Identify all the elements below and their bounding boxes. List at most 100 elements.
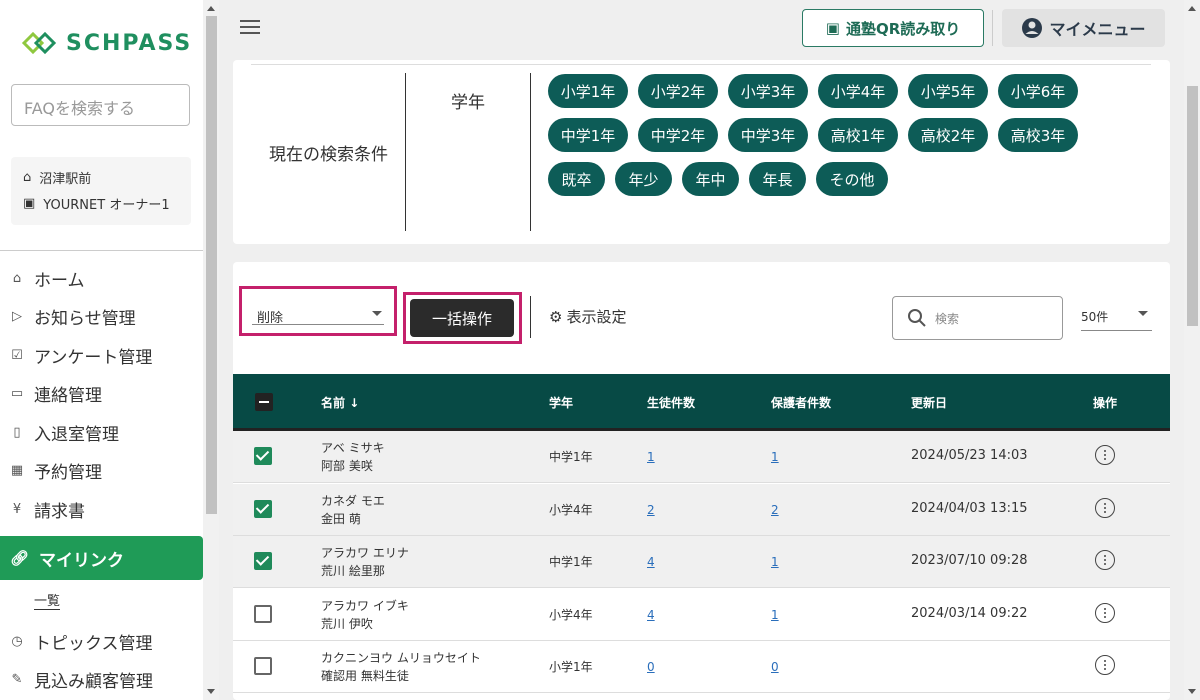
- sidebar-item-surveys[interactable]: ☑ アンケート管理: [10, 343, 152, 368]
- sidebar-item-home[interactable]: ⌂ ホーム: [10, 266, 85, 291]
- per-page-select[interactable]: 50件: [1081, 304, 1152, 331]
- grade-chip[interactable]: 小学5年: [908, 74, 988, 108]
- sidebar-item-label: 連絡管理: [34, 386, 102, 406]
- row-checkbox[interactable]: [254, 552, 272, 570]
- sidebar-subitem-list[interactable]: 一覧: [34, 595, 61, 610]
- table-row[interactable]: カクニンヨウ ムリョウセイト 確認用 無料生徒 小学1年 0 0: [233, 641, 1170, 693]
- home-icon: ⌂: [23, 170, 32, 185]
- sidebar-item-topics[interactable]: ◷ トピックス管理: [10, 629, 152, 654]
- grade-chip[interactable]: 小学2年: [638, 74, 718, 108]
- scrollbar-thumb[interactable]: [206, 16, 217, 514]
- row-guardians-link[interactable]: 0: [771, 660, 779, 674]
- sidebar-item-reservations[interactable]: ▦ 予約管理: [10, 458, 102, 483]
- row-updated: 2024/05/23 14:03: [911, 448, 1028, 463]
- list-card: 削除 一括操作 ⚙ 表示設定 検索 50件 名前 ↓ 学年 生徒件数 保護者件数…: [233, 262, 1170, 700]
- grade-chip[interactable]: 年少: [615, 162, 672, 196]
- faq-search-input[interactable]: FAQを検索する: [11, 84, 190, 126]
- sidebar-scrollbar[interactable]: [203, 0, 219, 700]
- schpass-logo[interactable]: SCHPASS: [20, 30, 192, 56]
- row-grade: 小学4年: [549, 607, 593, 622]
- row-name: 確認用 無料生徒: [321, 669, 409, 683]
- row-guardians-link[interactable]: 1: [771, 608, 779, 622]
- row-students-link[interactable]: 4: [647, 555, 655, 569]
- calendar-icon: ▦: [10, 463, 24, 478]
- grade-chip[interactable]: 小学3年: [728, 74, 808, 108]
- table-row[interactable]: アベ ミサキ 阿部 美咲 中学1年 1 1 2024/05/23 14:03: [233, 431, 1170, 483]
- scroll-down-arrow-icon[interactable]: [1188, 689, 1196, 694]
- more-options-icon[interactable]: [1095, 602, 1115, 623]
- row-checkbox[interactable]: [254, 604, 272, 623]
- hamburger-menu-icon[interactable]: [240, 20, 260, 36]
- grade-chip[interactable]: 小学6年: [998, 74, 1078, 108]
- grade-chip[interactable]: 中学3年: [728, 118, 808, 152]
- grade-label: 学年: [451, 93, 485, 113]
- column-name-header[interactable]: 名前 ↓: [321, 394, 359, 411]
- sidebar-item-label: 予約管理: [34, 463, 102, 483]
- sidebar-item-mylink[interactable]: 🔗︎ マイリンク: [0, 536, 203, 580]
- row-students-link[interactable]: 2: [647, 503, 655, 517]
- chevron-down-icon: [1138, 311, 1148, 316]
- sidebar-item-attendance[interactable]: ▯ 入退室管理: [10, 420, 119, 445]
- more-options-icon[interactable]: [1095, 655, 1115, 675]
- row-guardians-link[interactable]: 2: [771, 503, 779, 517]
- my-menu-button[interactable]: マイメニュー: [1002, 9, 1165, 47]
- sidebar-item-invoices[interactable]: ¥ 請求書: [10, 497, 85, 522]
- user-row: ▣ YOURNET オーナー1: [23, 194, 170, 213]
- select-all-checkbox[interactable]: [255, 393, 273, 411]
- grade-chip[interactable]: 高校2年: [908, 118, 988, 152]
- table-row[interactable]: カネダ モエ 金田 萌 小学4年 2 2 2024/04/03 13:15: [233, 483, 1170, 536]
- grade-chip[interactable]: 中学2年: [638, 118, 718, 152]
- grade-chip[interactable]: 高校3年: [998, 118, 1078, 152]
- row-students-link[interactable]: 4: [647, 608, 655, 622]
- qr-button-label: 通塾QR読み取り: [845, 19, 961, 38]
- search-input[interactable]: 検索: [892, 296, 1063, 340]
- grade-chip[interactable]: 小学1年: [548, 74, 628, 108]
- bulk-operation-button[interactable]: 一括操作: [410, 299, 514, 337]
- row-updated: 2023/07/10 09:28: [911, 553, 1028, 568]
- sidebar-item-label: 請求書: [34, 502, 85, 522]
- sidebar-item-label: マイリンク: [39, 550, 125, 571]
- select-underline: [252, 324, 384, 325]
- table-row[interactable]: アラカワ イブキ 荒川 伊吹 小学4年 4 1 2024/03/14 09:22: [233, 589, 1170, 641]
- row-name-kana: カネダ モエ: [321, 493, 385, 508]
- qr-code-icon: ▣: [825, 19, 840, 37]
- bulk-action-select[interactable]: 削除: [239, 286, 397, 336]
- card-divider: [251, 64, 1151, 65]
- column-grade-header: 学年: [549, 396, 574, 410]
- grade-chip[interactable]: 年中: [682, 162, 739, 196]
- row-guardians-link[interactable]: 1: [771, 555, 779, 569]
- more-options-icon[interactable]: [1095, 445, 1115, 465]
- grade-chip[interactable]: 高校1年: [818, 118, 898, 152]
- table-row[interactable]: アラカワ エリナ 荒川 絵里那 中学1年 4 1 2023/07/10 09:28: [233, 536, 1170, 588]
- grade-chip[interactable]: 既卒: [548, 162, 605, 196]
- row-checkbox[interactable]: [254, 657, 272, 675]
- row-students-link[interactable]: 0: [647, 660, 655, 674]
- scroll-up-arrow-icon[interactable]: [1188, 6, 1196, 11]
- row-grade: 中学1年: [549, 450, 593, 464]
- column-actions-header: 操作: [1093, 396, 1118, 410]
- chat-icon: ▭: [10, 386, 24, 401]
- grade-chip[interactable]: 年長: [749, 162, 806, 196]
- grade-chip[interactable]: 中学1年: [548, 118, 628, 152]
- topics-icon: ◷: [11, 634, 23, 649]
- more-options-icon[interactable]: [1095, 550, 1115, 570]
- sidebar-item-messages[interactable]: ▭ 連絡管理: [10, 381, 102, 406]
- qr-scan-button[interactable]: ▣ 通塾QR読み取り: [802, 9, 984, 47]
- row-students-link[interactable]: 1: [647, 450, 655, 464]
- row-guardians-link[interactable]: 1: [771, 450, 779, 464]
- sidebar-item-prospects[interactable]: ✎ 見込み顧客管理: [10, 667, 153, 692]
- column-guardians-header: 保護者件数: [771, 396, 832, 410]
- sidebar-item-label: 見込み顧客管理: [34, 672, 153, 692]
- sidebar-item-notices[interactable]: ▷ お知らせ管理: [10, 304, 136, 329]
- more-options-icon[interactable]: [1095, 497, 1115, 518]
- per-page-value: 50件: [1081, 310, 1109, 324]
- display-settings-button[interactable]: ⚙ 表示設定: [549, 306, 626, 327]
- grade-chip[interactable]: 小学4年: [818, 74, 898, 108]
- row-checkbox[interactable]: [254, 447, 272, 465]
- scrollbar-thumb[interactable]: [1187, 86, 1198, 326]
- main-scrollbar[interactable]: [1184, 0, 1200, 700]
- row-checkbox[interactable]: [254, 499, 272, 518]
- grade-chip[interactable]: その他: [816, 162, 888, 196]
- scroll-up-arrow-icon[interactable]: [207, 6, 215, 11]
- scroll-down-arrow-icon[interactable]: [207, 689, 215, 694]
